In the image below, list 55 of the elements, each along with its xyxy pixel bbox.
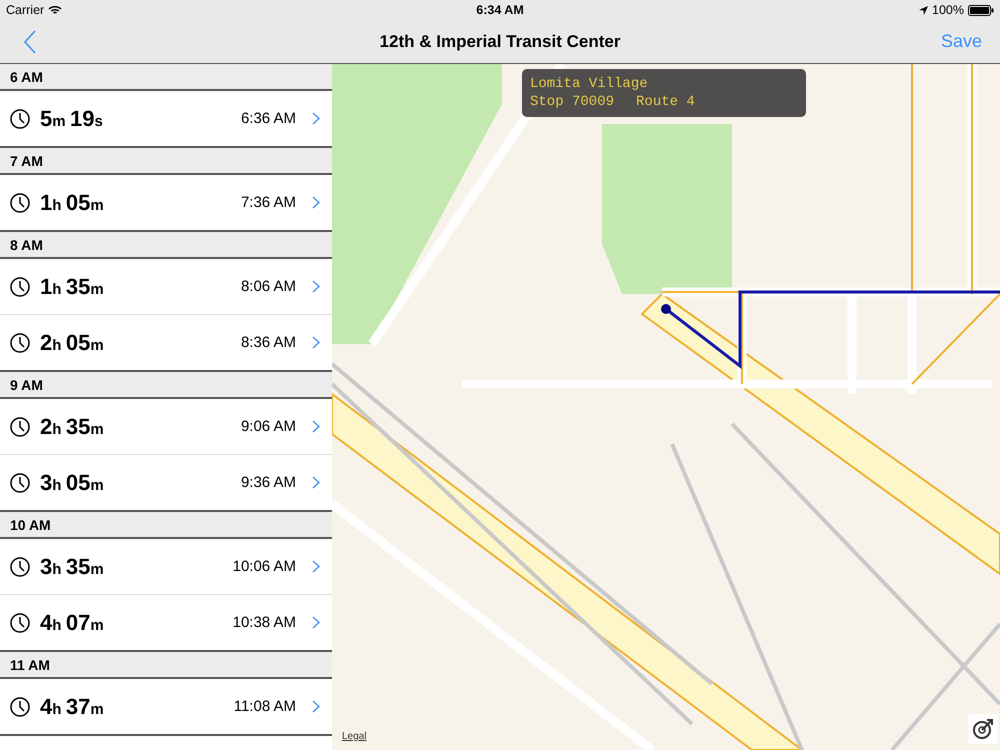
clock-icon xyxy=(10,276,30,296)
departure-time: 6:36 AM xyxy=(240,110,296,127)
departure-time: 8:36 AM xyxy=(240,334,296,351)
nav-title: 12th & Imperial Transit Center xyxy=(380,32,620,52)
wait-duration: 2h 35m xyxy=(40,414,105,440)
wait-duration: 4h 07m xyxy=(40,610,105,636)
chevron-icon xyxy=(312,616,320,629)
stop-number: Stop 70009 xyxy=(530,93,614,111)
wait-duration: 5m 19s xyxy=(40,106,104,132)
route-number: Route 4 xyxy=(636,93,695,111)
back-chevron-icon xyxy=(24,30,36,54)
chevron-icon xyxy=(312,420,320,433)
departure-time: 10:38 AM xyxy=(232,614,296,631)
wait-duration: 2h 05m xyxy=(40,330,105,356)
departure-time: 8:06 AM xyxy=(240,278,296,295)
wait-duration: 1h 35m xyxy=(40,274,105,300)
chevron-icon xyxy=(312,336,320,349)
clock-icon xyxy=(10,192,30,212)
wifi-icon xyxy=(48,5,62,15)
departure-time: 9:36 AM xyxy=(240,474,296,491)
clock-icon xyxy=(10,416,30,436)
battery-percent: 100% xyxy=(932,3,964,17)
section-header: 7 AM xyxy=(0,148,332,175)
battery-icon xyxy=(968,4,994,16)
clock-icon xyxy=(10,332,30,352)
departure-time: 9:06 AM xyxy=(240,418,296,435)
wait-duration: 4h 37m xyxy=(40,694,105,720)
clock-time: 6:34 AM xyxy=(476,3,524,17)
chevron-icon xyxy=(312,112,320,125)
chevron-icon xyxy=(312,196,320,209)
section-header: 10 AM xyxy=(0,512,332,539)
legal-link[interactable]: Legal xyxy=(342,731,366,742)
departure-time: 11:08 AM xyxy=(234,698,296,715)
chevron-icon xyxy=(312,700,320,713)
section-header: 11 AM xyxy=(0,652,332,679)
chevron-icon xyxy=(312,560,320,573)
departure-time: 7:36 AM xyxy=(240,194,296,211)
carrier-label: Carrier xyxy=(6,3,44,17)
wait-duration: 1h 05m xyxy=(40,190,105,216)
section-header: 6 AM xyxy=(0,64,332,91)
clock-icon xyxy=(10,612,30,632)
location-arrow-icon xyxy=(919,6,928,14)
tracking-button[interactable] xyxy=(968,714,998,744)
chevron-icon xyxy=(312,476,320,489)
section-header: 9 AM xyxy=(0,372,332,399)
clock-icon xyxy=(10,696,30,716)
wait-duration: 3h 35m xyxy=(40,554,105,580)
departure-time: 10:06 AM xyxy=(232,558,296,575)
clock-icon xyxy=(10,472,30,492)
chevron-icon xyxy=(312,280,320,293)
stop-name: Lomita Village xyxy=(530,75,649,93)
wait-duration: 3h 05m xyxy=(40,470,105,496)
clock-icon xyxy=(10,556,30,576)
clock-icon xyxy=(10,108,30,128)
section-header: 8 AM xyxy=(0,232,332,259)
